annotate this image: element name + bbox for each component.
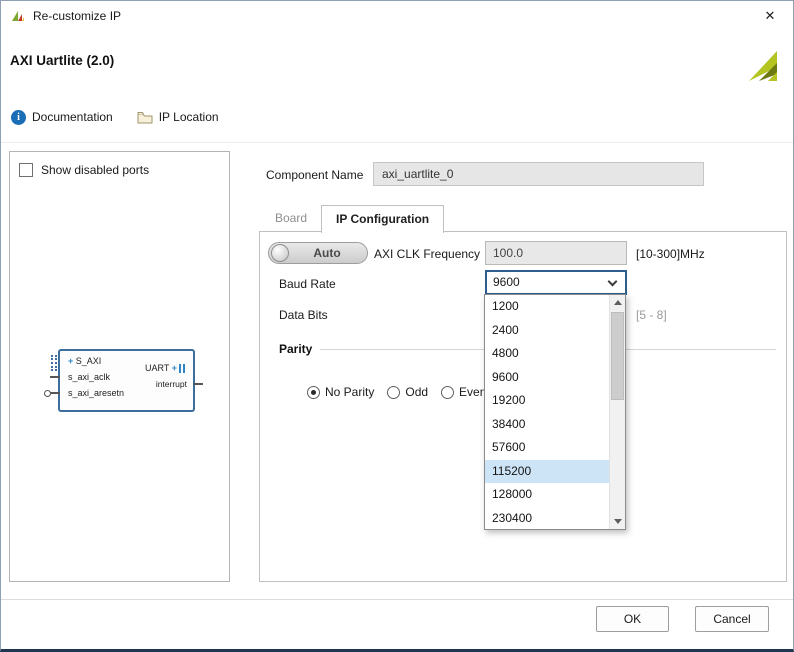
parity-radio[interactable]: Odd (387, 385, 428, 399)
aclk-stub-icon (50, 376, 60, 378)
data-bits-range: [5 - 8] (636, 308, 667, 322)
baud-rate-option[interactable]: 38400 (485, 413, 609, 437)
aresetn-stub-icon (50, 392, 60, 394)
dropdown-scrollbar[interactable] (609, 295, 625, 529)
expand-plus-icon[interactable]: + (172, 363, 177, 373)
dialog-title: AXI Uartlite (2.0) (10, 53, 114, 68)
baud-rate-option[interactable]: 9600 (485, 366, 609, 390)
show-disabled-ports-label: Show disabled ports (41, 163, 149, 177)
component-name-value: axi_uartlite_0 (382, 167, 453, 181)
axi-clk-frequency-range: [10-300]MHz (636, 247, 705, 261)
auto-toggle[interactable]: Auto (268, 242, 368, 264)
port-s-axi-label: S_AXI (76, 356, 102, 366)
ip-location-label: IP Location (159, 110, 219, 124)
links-row: i Documentation IP Location (11, 107, 219, 127)
port-uart: UART + (145, 363, 187, 373)
show-disabled-ports-checkbox[interactable]: Show disabled ports (19, 163, 149, 177)
dropdown-options: 1200240048009600192003840057600115200128… (485, 295, 609, 529)
baud-rate-option[interactable]: 115200 (485, 460, 609, 484)
triangle-down-icon (614, 519, 622, 524)
scroll-down-button[interactable] (610, 514, 625, 529)
scroll-up-button[interactable] (610, 295, 625, 310)
tab-ip-configuration[interactable]: IP Configuration (321, 205, 444, 233)
parity-section-label: Parity (279, 342, 312, 356)
baud-rate-value: 9600 (493, 275, 520, 289)
baud-rate-dropdown: 1200240048009600192003840057600115200128… (484, 294, 626, 530)
port-s-axi: + S_AXI (68, 356, 101, 366)
tab-bar: Board IP Configuration (261, 205, 444, 232)
footer-separator (1, 599, 793, 600)
recustomize-ip-dialog: Re-customize IP ✕ AXI Uartlite (2.0) i D… (0, 0, 794, 652)
ip-location-link[interactable]: IP Location (137, 110, 219, 124)
axi-clk-frequency-value: 100.0 (493, 246, 523, 260)
close-icon: ✕ (765, 8, 776, 23)
axi-clk-frequency-label: AXI CLK Frequency (374, 247, 480, 261)
titlebar[interactable]: Re-customize IP ✕ (1, 1, 793, 31)
baud-rate-option[interactable]: 128000 (485, 483, 609, 507)
baud-rate-label: Baud Rate (279, 277, 336, 291)
parity-radio[interactable]: Even (441, 385, 486, 399)
ports-preview-panel: Show disabled ports + S_AXI s_axi_aclk s… (9, 151, 230, 582)
baud-rate-combo[interactable]: 9600 (485, 270, 627, 295)
baud-rate-option[interactable]: 57600 (485, 436, 609, 460)
tab-board[interactable]: Board (261, 205, 321, 232)
folder-icon (137, 111, 153, 124)
axi-clk-frequency-field[interactable]: 100.0 (485, 241, 627, 265)
xilinx-logo (741, 47, 783, 83)
uart-bus-icon (179, 364, 187, 373)
port-interrupt: interrupt (156, 379, 187, 389)
axi-bus-stub-icon (51, 355, 57, 371)
radio-icon (387, 386, 400, 399)
component-name-field[interactable]: axi_uartlite_0 (373, 162, 704, 186)
auto-toggle-label: Auto (295, 243, 359, 263)
ip-block-diagram: + S_AXI s_axi_aclk s_axi_aresetn UART + … (58, 349, 195, 412)
header-separator (1, 142, 793, 143)
interrupt-stub-icon (193, 383, 203, 385)
toggle-knob-icon (271, 244, 289, 262)
radio-icon (441, 386, 454, 399)
baud-rate-option[interactable]: 230400 (485, 507, 609, 530)
parity-radio-group: No Parity Odd Even (307, 385, 486, 399)
documentation-label: Documentation (32, 110, 113, 124)
cancel-button[interactable]: Cancel (695, 606, 769, 632)
ok-button[interactable]: OK (596, 606, 669, 632)
port-s-axi-aresetn: s_axi_aresetn (68, 388, 124, 398)
parity-radio[interactable]: No Parity (307, 385, 374, 399)
port-uart-label: UART (145, 363, 169, 373)
baud-rate-option[interactable]: 1200 (485, 295, 609, 319)
close-button[interactable]: ✕ (747, 1, 793, 31)
port-s-axi-aclk: s_axi_aclk (68, 372, 110, 382)
expand-plus-icon[interactable]: + (68, 356, 73, 366)
documentation-link[interactable]: i Documentation (11, 110, 113, 125)
chevron-down-icon (608, 277, 618, 287)
baud-rate-option[interactable]: 19200 (485, 389, 609, 413)
baud-rate-option[interactable]: 4800 (485, 342, 609, 366)
component-name-label: Component Name (266, 168, 363, 182)
data-bits-label: Data Bits (279, 308, 328, 322)
triangle-up-icon (614, 300, 622, 305)
info-icon: i (11, 110, 26, 125)
parity-option-label: Odd (405, 385, 428, 399)
radio-icon (307, 386, 320, 399)
vivado-app-icon (10, 8, 26, 24)
scrollbar-thumb[interactable] (611, 312, 624, 400)
parity-option-label: No Parity (325, 385, 374, 399)
parity-option-label: Even (459, 385, 486, 399)
baud-rate-option[interactable]: 2400 (485, 319, 609, 343)
checkbox-icon[interactable] (19, 163, 33, 177)
window-title: Re-customize IP (33, 1, 121, 31)
